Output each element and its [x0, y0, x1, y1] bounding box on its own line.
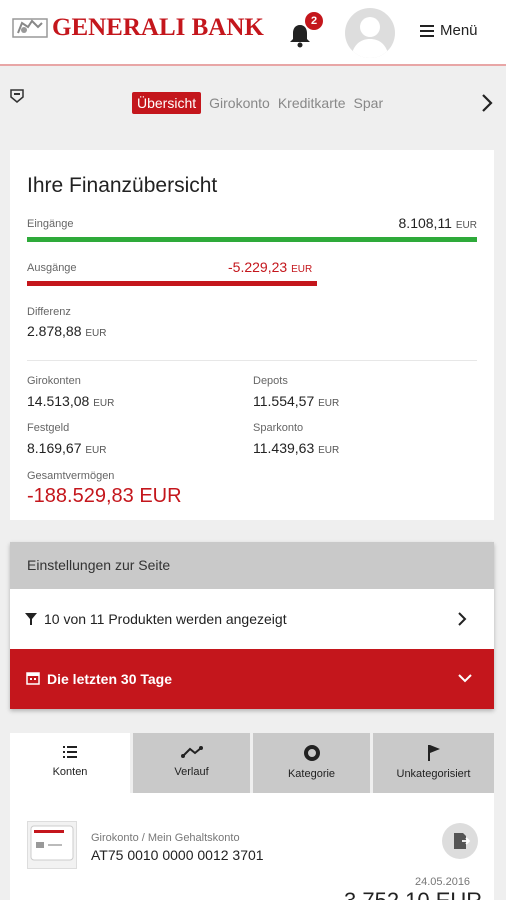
income-value-group: 8.108,11 EUR — [399, 215, 477, 231]
flag-icon — [427, 745, 440, 761]
products-filter-row[interactable]: 10 von 11 Produkten werden angezeigt — [10, 589, 494, 649]
hamburger-icon — [420, 24, 434, 37]
account-balance: 3.752,10 EUR — [344, 888, 482, 900]
generali-logo[interactable]: GENERALI BANK — [12, 14, 264, 42]
spar-label: Sparkonto — [253, 422, 304, 434]
spar-currency: EUR — [318, 445, 340, 456]
divider — [27, 360, 477, 361]
tab-unkategorisiert[interactable]: Unkategorisiert — [373, 733, 494, 793]
calendar-icon — [26, 672, 40, 685]
fest-label: Festgeld — [27, 422, 70, 434]
depot-value-group: 11.554,57 EUR — [253, 393, 339, 409]
tab-verlauf-label: Verlauf — [174, 766, 209, 778]
notification-badge: 2 — [305, 12, 323, 30]
tab-spar[interactable]: Spar — [354, 92, 384, 114]
bank-card-image — [27, 821, 77, 869]
expense-bar — [27, 281, 317, 286]
account-action-button[interactable] — [442, 823, 478, 859]
account-iban: AT75 0010 0000 0012 3701 — [91, 847, 264, 863]
diff-currency: EUR — [85, 328, 107, 339]
menu-button[interactable]: Menü — [420, 22, 478, 39]
tab-konten-label: Konten — [52, 766, 88, 778]
tab-kategorie[interactable]: Kategorie — [253, 733, 370, 793]
account-type: Girokonto / Mein Gehaltskonto — [91, 832, 240, 844]
depot-currency: EUR — [318, 398, 340, 409]
giro-value: 14.513,08 — [27, 393, 90, 409]
fest-currency: EUR — [85, 445, 107, 456]
diff-value-group: 2.878,88 EUR — [27, 323, 107, 339]
depot-value: 11.554,57 — [253, 393, 315, 409]
trend-icon — [180, 746, 203, 758]
spar-value: 11.439,63 — [253, 440, 315, 456]
settings-header[interactable]: Einstellungen zur Seite — [10, 542, 494, 589]
donut-icon — [303, 745, 320, 761]
total-label: Gesamtvermögen — [27, 470, 115, 482]
chevron-right-icon[interactable] — [480, 92, 494, 114]
chevron-right-icon — [458, 612, 467, 626]
credit-card-icon — [30, 825, 74, 861]
account-list-item[interactable]: Girokonto / Mein Gehaltskonto AT75 0010 … — [10, 793, 494, 900]
account-tab-bar: Übersicht Girokonto Kreditkarte Spar — [0, 68, 506, 128]
diff-value: 2.878,88 — [27, 323, 82, 339]
income-currency: EUR — [455, 220, 477, 231]
giro-currency: EUR — [93, 398, 115, 409]
income-label: Eingänge — [27, 218, 74, 230]
income-value: 8.108,11 — [398, 215, 452, 231]
tab-girokonto[interactable]: Girokonto — [209, 92, 270, 114]
giro-value-group: 14.513,08 EUR — [27, 393, 114, 409]
view-tabs: Konten Verlauf Kategorie Unkategorisiert — [10, 733, 494, 793]
account-date: 24.05.2016 — [415, 876, 471, 888]
products-filter-text: 10 von 11 Produkten werden angezeigt — [44, 611, 287, 627]
total-value: -188.529,83 EUR — [27, 485, 182, 507]
export-icon — [454, 833, 471, 849]
tabs-fade — [380, 92, 440, 116]
expense-currency: EUR — [291, 264, 313, 275]
menu-label: Menü — [440, 22, 478, 39]
expense-label: Ausgänge — [27, 262, 77, 274]
expense-value-group: -5.229,23 EUR — [228, 259, 312, 275]
tab-unkategorisiert-label: Unkategorisiert — [396, 768, 471, 780]
avatar[interactable] — [345, 8, 395, 58]
fest-value-group: 8.169,67 EUR — [27, 440, 107, 456]
finance-overview-card: Ihre Finanzübersicht Eingänge 8.108,11 E… — [10, 150, 494, 520]
tab-verlauf[interactable]: Verlauf — [133, 733, 250, 793]
date-range-selector[interactable]: Die letzten 30 Tage — [10, 649, 494, 709]
depot-label: Depots — [253, 375, 288, 387]
spar-value-group: 11.439,63 EUR — [253, 440, 339, 456]
overview-title: Ihre Finanzübersicht — [27, 174, 218, 197]
tab-kreditkarte[interactable]: Kreditkarte — [278, 92, 346, 114]
income-bar — [27, 237, 477, 242]
shield-icon[interactable] — [10, 89, 24, 103]
giro-label: Girokonten — [27, 375, 81, 387]
list-icon — [63, 746, 77, 758]
brand-name: GENERALI BANK — [52, 14, 264, 41]
chevron-down-icon — [458, 674, 472, 683]
tab-uebersicht[interactable]: Übersicht — [132, 92, 202, 114]
filter-icon — [25, 613, 37, 625]
diff-label: Differenz — [27, 306, 71, 318]
lion-logo-icon — [12, 18, 48, 38]
date-range-text: Die letzten 30 Tage — [47, 671, 173, 687]
tab-konten[interactable]: Konten — [10, 733, 130, 793]
app-header: GENERALI BANK 2 Menü — [0, 0, 506, 66]
fest-value: 8.169,67 — [27, 440, 82, 456]
tab-kategorie-label: Kategorie — [287, 768, 336, 780]
page-settings-card: Einstellungen zur Seite 10 von 11 Produk… — [10, 542, 494, 709]
user-silhouette-icon — [351, 17, 389, 58]
expense-value: -5.229,23 — [228, 259, 288, 275]
